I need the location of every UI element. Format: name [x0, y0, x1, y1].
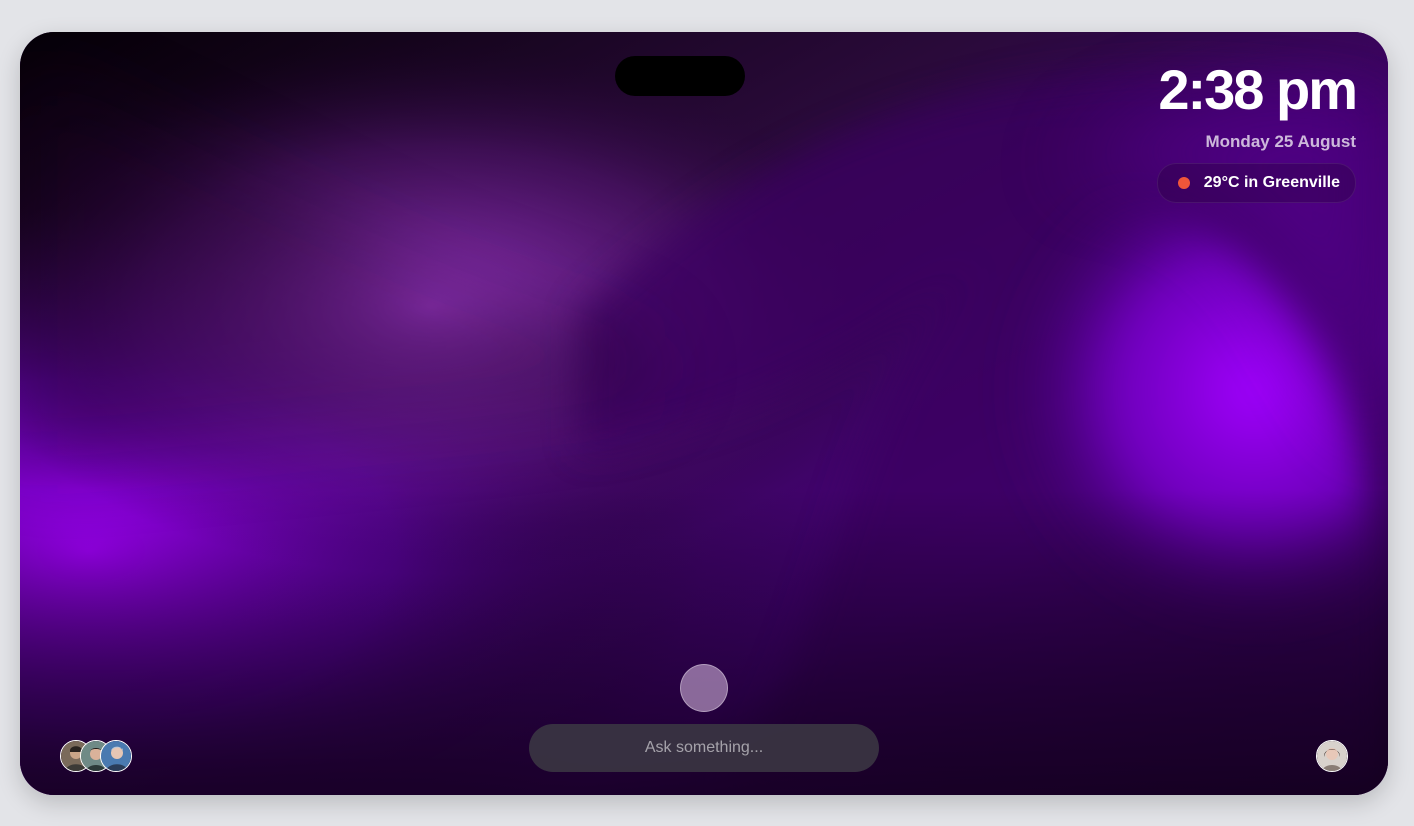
ask-input[interactable]	[529, 724, 879, 772]
weather-pill[interactable]: 29°C in Greenville	[1156, 163, 1356, 203]
contact-avatar-3-icon[interactable]	[100, 740, 132, 772]
contacts-avatar-stack[interactable]	[60, 740, 134, 772]
weather-status-dot-icon	[1177, 177, 1190, 189]
camera-island	[615, 56, 745, 96]
assistant-orb-button[interactable]	[680, 664, 728, 712]
clock-widget: 2:38 pm Monday 25 August	[1158, 58, 1358, 152]
lock-screen: 2:38 pm Monday 25 August 29°C in Greenvi…	[20, 32, 1388, 795]
user-avatar-icon[interactable]	[1316, 740, 1348, 772]
weather-text: 29°C in Greenville	[1203, 174, 1340, 191]
clock-date: Monday 25 August	[1205, 132, 1357, 151]
clock-time: 2:38 pm	[1158, 58, 1358, 121]
